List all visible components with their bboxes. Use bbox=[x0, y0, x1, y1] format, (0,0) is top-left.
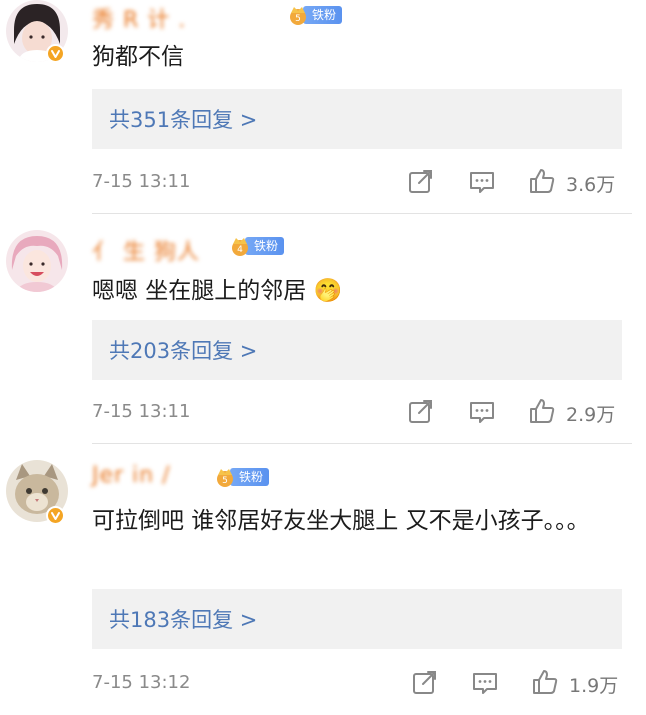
comment-icon[interactable] bbox=[468, 398, 496, 426]
username[interactable]: 秀 R 计 . bbox=[92, 2, 186, 34]
timestamp: 7-15 13:11 bbox=[92, 401, 191, 422]
crown-icon: 5 bbox=[217, 469, 233, 487]
fan-badge: 5 铁粉 bbox=[287, 4, 343, 26]
avatar[interactable] bbox=[6, 230, 68, 292]
replies-button[interactable]: 共203条回复 > bbox=[92, 320, 622, 380]
share-icon[interactable] bbox=[411, 669, 439, 697]
verified-badge-icon bbox=[46, 506, 65, 525]
comment-item: Jer in / 5 铁粉 可拉倒吧 谁邻居好友坐大腿上 又不是小孩子。。。 共… bbox=[0, 452, 646, 715]
svg-text:5: 5 bbox=[222, 476, 228, 486]
replies-button[interactable]: 共183条回复 > bbox=[92, 589, 622, 649]
replies-count-label: 共351条回复 > bbox=[109, 108, 258, 132]
like-count: 2.9万 bbox=[566, 404, 616, 426]
replies-button[interactable]: 共351条回复 > bbox=[92, 89, 622, 149]
crown-icon: 4 bbox=[232, 238, 248, 256]
svg-text:4: 4 bbox=[237, 245, 243, 255]
comment-item: 秀 R 计 . 5 铁粉 狗都不信 共351条回复 > 7-15 13:11 3… bbox=[0, 0, 646, 215]
username[interactable]: Jer in / bbox=[92, 463, 171, 488]
comment-icon[interactable] bbox=[471, 669, 499, 697]
like-icon[interactable] bbox=[531, 668, 559, 696]
crown-icon: 5 bbox=[290, 7, 306, 25]
comment-item: 亻 生 狗人 4 铁粉 嗯嗯 坐在腿上的邻居 🤭 共203条回复 > 7-15 … bbox=[0, 222, 646, 447]
svg-text:5: 5 bbox=[295, 14, 301, 24]
replies-count-label: 共203条回复 > bbox=[109, 339, 258, 363]
fan-badge: 4 铁粉 bbox=[229, 235, 285, 257]
comment-text: 可拉倒吧 谁邻居好友坐大腿上 又不是小孩子。。。 bbox=[92, 508, 590, 534]
share-icon[interactable] bbox=[407, 168, 435, 196]
comment-text: 嗯嗯 坐在腿上的邻居 🤭 bbox=[92, 278, 343, 304]
replies-count-label: 共183条回复 > bbox=[109, 608, 258, 632]
username[interactable]: 亻 生 狗人 bbox=[92, 234, 200, 266]
like-count: 1.9万 bbox=[569, 675, 619, 697]
divider bbox=[92, 443, 632, 444]
like-count: 3.6万 bbox=[566, 174, 616, 196]
comment-icon[interactable] bbox=[468, 168, 496, 196]
timestamp: 7-15 13:11 bbox=[92, 171, 191, 192]
like-icon[interactable] bbox=[528, 397, 556, 425]
divider bbox=[92, 213, 632, 214]
verified-badge-icon bbox=[46, 44, 65, 63]
like-icon[interactable] bbox=[528, 167, 556, 195]
share-icon[interactable] bbox=[407, 398, 435, 426]
fan-badge: 5 铁粉 bbox=[214, 466, 270, 488]
comment-text: 狗都不信 bbox=[92, 44, 184, 70]
timestamp: 7-15 13:12 bbox=[92, 672, 191, 693]
